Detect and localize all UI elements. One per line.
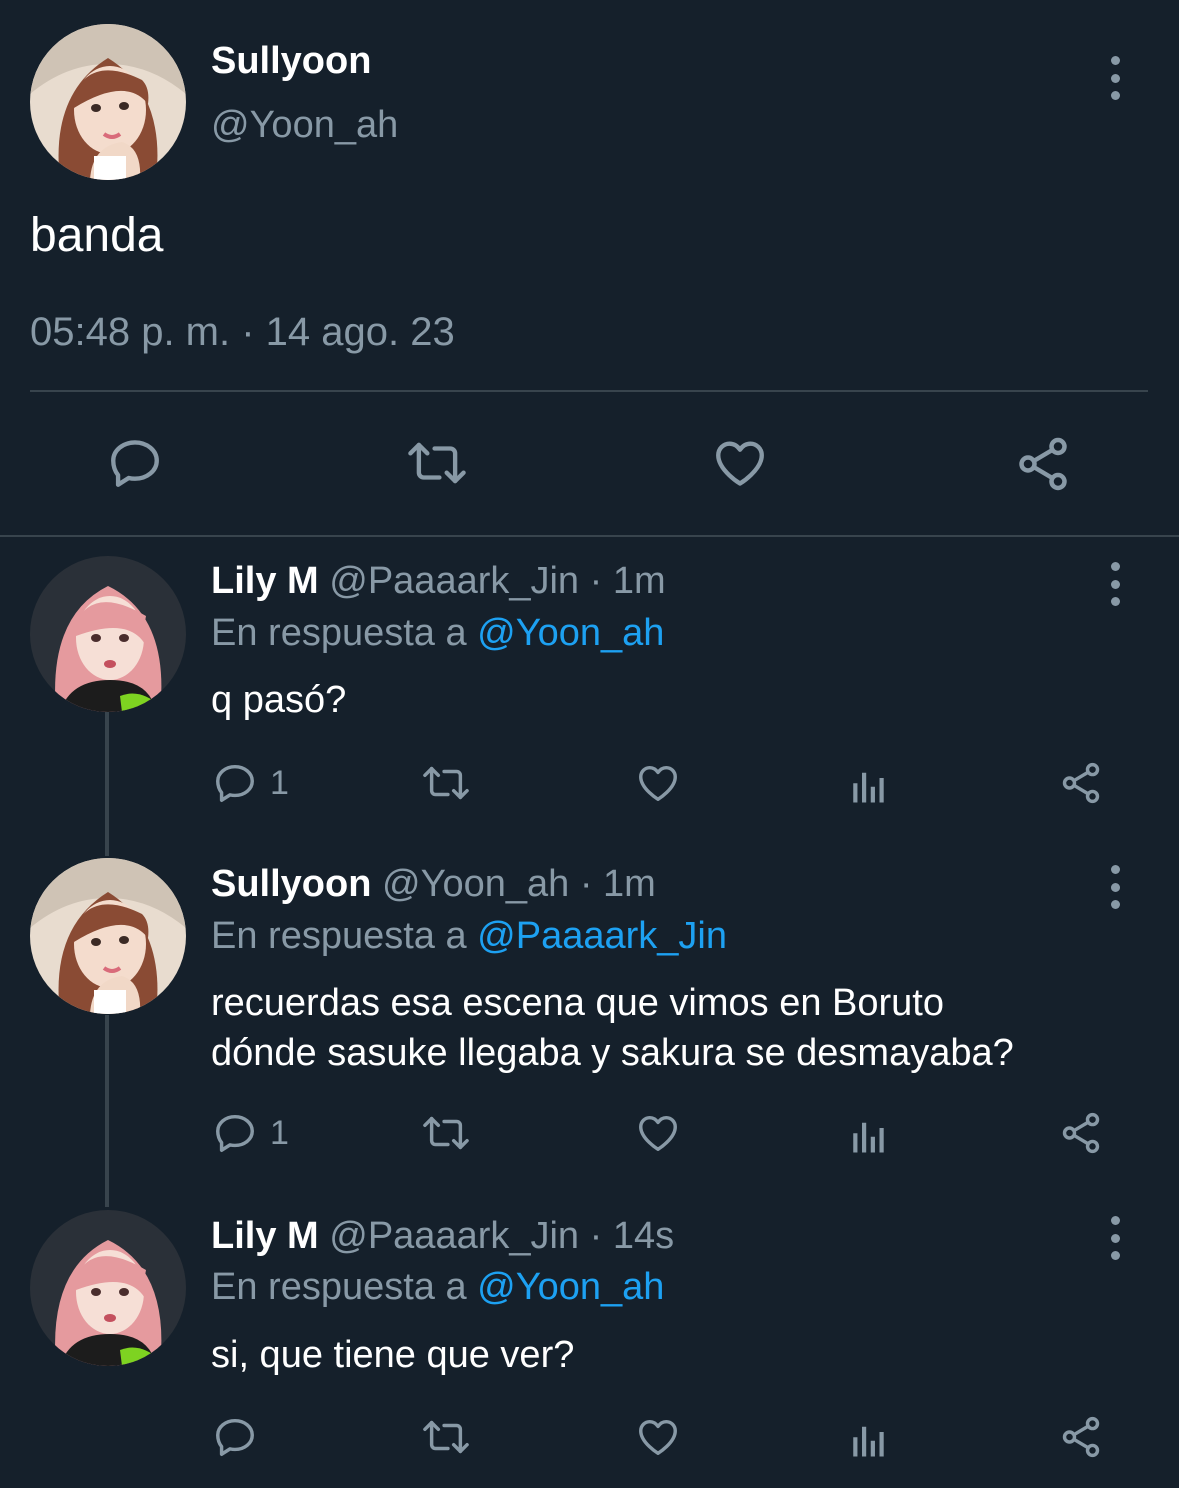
analytics-icon xyxy=(853,1122,884,1153)
share-button[interactable] xyxy=(1058,1414,1104,1460)
separator: · xyxy=(569,863,604,905)
author-name[interactable]: Lily M xyxy=(211,1215,319,1257)
reply-header: Sullyoon @Yoon_ah · 1m xyxy=(211,863,656,906)
like-icon xyxy=(716,441,764,486)
reply-time: 1m xyxy=(603,863,656,905)
like-button[interactable] xyxy=(634,760,682,806)
share-icon xyxy=(1062,1416,1100,1458)
reply-button[interactable]: 1 xyxy=(212,1110,289,1156)
author-name[interactable]: Sullyoon xyxy=(211,40,371,83)
divider xyxy=(30,390,1148,392)
like-icon xyxy=(639,765,677,802)
text-line: q pasó? xyxy=(211,679,347,721)
reply-context: En respuesta a @Paaaark_Jin xyxy=(211,915,727,958)
more-options-icon[interactable] xyxy=(1105,562,1125,606)
reply-context: En respuesta a @Yoon_ah xyxy=(211,612,664,655)
retweet-button[interactable] xyxy=(405,434,469,492)
like-icon xyxy=(639,1419,677,1456)
like-button[interactable] xyxy=(710,434,770,492)
share-icon xyxy=(1062,762,1100,804)
avatar[interactable] xyxy=(30,556,186,712)
retweet-button[interactable] xyxy=(420,1110,472,1156)
author-handle[interactable]: @Paaaark_Jin xyxy=(329,560,579,602)
mention-link[interactable]: @Paaaark_Jin xyxy=(477,915,727,957)
analytics-button[interactable] xyxy=(848,1418,890,1460)
analytics-icon xyxy=(853,1426,884,1457)
reply-button[interactable] xyxy=(212,1414,270,1460)
retweet-icon xyxy=(423,1116,469,1150)
reply-icon xyxy=(111,440,159,487)
like-button[interactable] xyxy=(634,1110,682,1156)
author-handle[interactable]: @Yoon_ah xyxy=(382,863,569,905)
analytics-button[interactable] xyxy=(848,1114,890,1156)
reply-prefix: En respuesta a xyxy=(211,1266,478,1308)
text-line: si, que tiene que ver? xyxy=(211,1334,575,1376)
more-options-icon[interactable] xyxy=(1105,1216,1125,1260)
author-name[interactable]: Lily M xyxy=(211,560,319,602)
separator: · xyxy=(579,1215,613,1257)
retweet-icon xyxy=(423,1420,469,1454)
reply-text: q pasó? xyxy=(211,675,346,725)
author-handle[interactable]: @Paaaark_Jin xyxy=(329,1215,579,1257)
analytics-icon xyxy=(853,772,884,803)
thread-connector xyxy=(105,1015,109,1207)
share-icon xyxy=(1019,437,1067,491)
reply-count: 1 xyxy=(270,763,289,802)
avatar[interactable] xyxy=(30,858,186,1014)
retweet-button[interactable] xyxy=(420,1414,472,1460)
reply-time: 1m xyxy=(612,560,666,602)
reply-text: si, que tiene que ver? xyxy=(211,1330,574,1380)
analytics-button[interactable] xyxy=(848,764,890,806)
text-line: dónde sasuke llegaba y sakura se desmaya… xyxy=(211,1032,1014,1074)
reply-time: 14s xyxy=(612,1215,675,1257)
more-options-icon[interactable] xyxy=(1105,56,1125,100)
reply-icon xyxy=(216,764,254,802)
share-button[interactable] xyxy=(1058,1110,1104,1156)
reply-prefix: En respuesta a xyxy=(211,612,478,654)
reply-icon xyxy=(216,1114,254,1152)
thread-connector xyxy=(105,712,109,856)
author-name[interactable]: Sullyoon xyxy=(211,863,371,905)
retweet-icon xyxy=(423,766,469,800)
share-icon xyxy=(1062,1112,1100,1154)
share-button[interactable] xyxy=(1058,760,1104,806)
tweet-thread-screen: Sullyoon @Yoon_ah banda 05:48 p. m. · 14… xyxy=(0,0,1179,1488)
retweet-icon xyxy=(408,442,466,484)
reply-button[interactable]: 1 xyxy=(212,760,289,806)
author-handle[interactable]: @Yoon_ah xyxy=(211,104,398,147)
reply-header: Lily M @Paaaark_Jin · 14s xyxy=(211,1215,674,1258)
reply-icon xyxy=(216,1418,254,1456)
like-button[interactable] xyxy=(634,1414,682,1460)
separator: · xyxy=(579,560,613,602)
mention-link[interactable]: @Yoon_ah xyxy=(477,1266,664,1308)
retweet-button[interactable] xyxy=(420,760,472,806)
mention-link[interactable]: @Yoon_ah xyxy=(477,612,664,654)
text-line: recuerdas esa escena que vimos en Boruto xyxy=(211,982,944,1024)
avatar[interactable] xyxy=(30,24,186,180)
reply-count: 1 xyxy=(270,1113,289,1152)
divider xyxy=(0,535,1179,537)
more-options-icon[interactable] xyxy=(1105,865,1125,909)
reply-context: En respuesta a @Yoon_ah xyxy=(211,1266,664,1309)
tweet-text: banda xyxy=(30,209,164,262)
reply-header: Lily M @Paaaark_Jin · 1m xyxy=(211,560,666,603)
main-tweet[interactable]: Sullyoon @Yoon_ah banda 05:48 p. m. · 14… xyxy=(0,0,1179,536)
share-button[interactable] xyxy=(1013,434,1073,494)
avatar[interactable] xyxy=(30,1210,186,1366)
reply-prefix: En respuesta a xyxy=(211,915,478,957)
reply-button[interactable] xyxy=(106,434,164,492)
tweet-timestamp: 05:48 p. m. · 14 ago. 23 xyxy=(30,310,455,354)
reply-text: recuerdas esa escena que vimos en Boruto… xyxy=(211,978,1014,1078)
like-icon xyxy=(639,1115,677,1152)
